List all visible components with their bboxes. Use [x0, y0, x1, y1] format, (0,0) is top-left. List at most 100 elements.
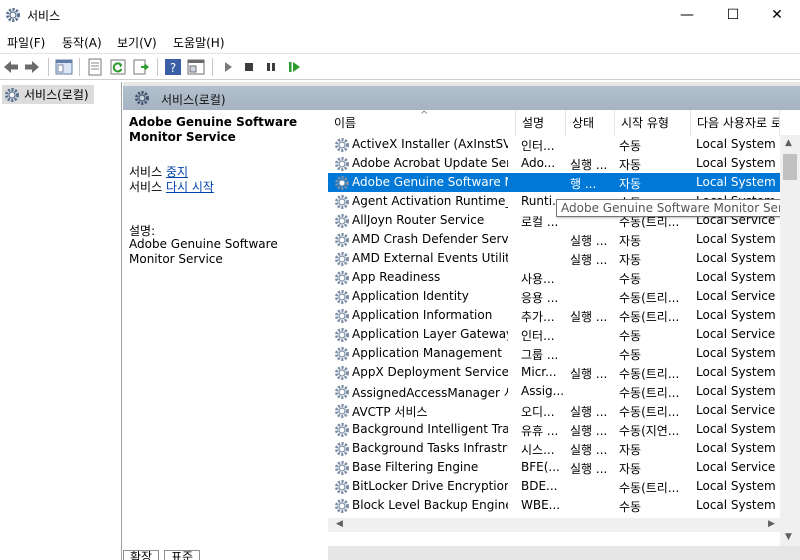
- service-status: 실행 ...: [570, 405, 608, 419]
- service-logon-as: Local System: [696, 137, 776, 151]
- vertical-scrollbar[interactable]: ▲ ▼: [780, 135, 800, 546]
- service-row[interactable]: Block Level Backup Engine ... WBE... 수동 Loc…: [328, 496, 780, 515]
- column-header-logon-as[interactable]: 다음 사용자로 로: [691, 110, 780, 136]
- scroll-down-icon[interactable]: ▼: [785, 532, 792, 542]
- service-name: AVCTP 서비스: [352, 405, 428, 419]
- service-row[interactable]: Application Information 추가... 실행 ... 수동(트리.…: [328, 306, 780, 325]
- column-header-name[interactable]: 이름 ^: [328, 110, 516, 136]
- service-gear-icon: [335, 480, 349, 494]
- service-status: 실행 ...: [570, 424, 608, 438]
- service-logon-as: Local System: [696, 270, 776, 284]
- service-row[interactable]: Application Management 그룹 ... 수동 Local Syst…: [328, 344, 780, 363]
- minimize-button[interactable]: —: [664, 0, 710, 30]
- resume-icon[interactable]: [285, 58, 303, 76]
- service-description: 유휴 ...: [521, 424, 559, 438]
- tab-extended[interactable]: 확장: [123, 550, 160, 560]
- menu-action[interactable]: 동작(A): [62, 34, 102, 51]
- horizontal-scrollbar[interactable]: ◀ ▶: [328, 518, 800, 532]
- service-name: AssignedAccessManager 서...: [352, 386, 508, 400]
- service-description: 인터...: [521, 329, 555, 343]
- service-detail-panel: Adobe Genuine Software Monitor Service 서…: [123, 110, 328, 560]
- forward-icon[interactable]: [23, 58, 41, 76]
- menu-view[interactable]: 보기(V): [117, 34, 157, 51]
- show-hide-tree-icon[interactable]: [55, 58, 73, 76]
- service-gear-icon: [335, 404, 349, 418]
- service-row[interactable]: Application Identity 응용 ... 수동(트리... Local …: [328, 287, 780, 306]
- service-startup-type: 수동: [619, 272, 642, 286]
- column-header-startup-type[interactable]: 시작 유형: [615, 110, 691, 136]
- service-row[interactable]: AVCTP 서비스 오디... 실행 ... 수동(트리... Local Servic…: [328, 401, 780, 420]
- pane-header: 서비스(로컬): [123, 86, 800, 110]
- service-gear-icon: [335, 252, 349, 266]
- service-name: BitLocker Drive Encryption ...: [352, 479, 508, 493]
- refresh-icon[interactable]: [109, 58, 127, 76]
- service-gear-icon: [335, 176, 349, 190]
- service-row[interactable]: Background Intelligent Tra... 유휴 ... 실행 ..…: [328, 420, 780, 439]
- export-icon[interactable]: [132, 58, 150, 76]
- service-startup-type: 수동(트리...: [619, 310, 680, 324]
- pause-icon[interactable]: [262, 58, 280, 76]
- service-row[interactable]: AMD External Events Utility 실행 ... 자동 Local…: [328, 249, 780, 268]
- maximize-button[interactable]: ☐: [710, 0, 756, 30]
- service-row[interactable]: Adobe Acrobat Update Ser... Ado... 실행 ... 자…: [328, 154, 780, 173]
- svg-text:?: ?: [170, 61, 176, 75]
- service-row[interactable]: Base Filtering Engine BFE(... 실행 ... 자동 Loca…: [328, 458, 780, 477]
- service-status: 실행 ...: [570, 234, 608, 248]
- help-icon[interactable]: ?: [164, 58, 182, 76]
- service-row[interactable]: AMD Crash Defender Servi... 실행 ... 자동 Local…: [328, 230, 780, 249]
- service-description: 그룹 ...: [521, 348, 559, 362]
- service-gear-icon: [335, 385, 349, 399]
- console-icon[interactable]: [187, 58, 205, 76]
- close-button[interactable]: ✕: [754, 0, 800, 30]
- service-gear-icon: [335, 290, 349, 304]
- service-gear-icon: [335, 442, 349, 456]
- service-row[interactable]: AssignedAccessManager 서... Assig... 수동(트리.…: [328, 382, 780, 401]
- service-row[interactable]: Application Layer Gateway ... 인터... 수동 Loca…: [328, 325, 780, 344]
- service-row[interactable]: BitLocker Drive Encryption ... BDE... 수동(트…: [328, 477, 780, 496]
- scroll-up-icon[interactable]: ▲: [785, 138, 792, 148]
- toolbar-separator: [157, 58, 158, 76]
- column-header-status[interactable]: 상태: [566, 110, 615, 136]
- menu-help[interactable]: 도움말(H): [173, 34, 225, 51]
- service-description: 응용 ...: [521, 291, 559, 305]
- service-description: Ado...: [521, 156, 556, 170]
- service-status: 행 ...: [570, 177, 597, 191]
- stop-icon[interactable]: [240, 58, 258, 76]
- restart-service-link[interactable]: 다시 시작: [166, 180, 214, 194]
- service-gear-icon: [335, 347, 349, 361]
- service-name: Application Information: [352, 308, 493, 322]
- service-name: Application Management: [352, 346, 502, 360]
- scroll-right-icon[interactable]: ▶: [768, 519, 775, 529]
- scroll-left-icon[interactable]: ◀: [336, 519, 343, 529]
- service-startup-type: 수동: [619, 500, 642, 514]
- service-startup-type: 수동(트리...: [619, 291, 680, 305]
- service-row[interactable]: ActiveX Installer (AxInstSV) 인터... 수동 Local…: [328, 135, 780, 154]
- column-header-description[interactable]: 설명: [516, 110, 566, 136]
- service-row[interactable]: AppX Deployment Service ... Micr... 실행 ...…: [328, 363, 780, 382]
- service-description: BDE...: [521, 479, 558, 493]
- service-name: Adobe Genuine Software Monitor Service: [352, 175, 508, 189]
- toolbar-separator: [212, 58, 213, 76]
- service-row[interactable]: Background Tasks Infrastru... 시스... 실행 ...…: [328, 439, 780, 458]
- service-name: App Readiness: [352, 270, 441, 284]
- service-row[interactable]: App Readiness 사용... 수동 Local System: [328, 268, 780, 287]
- service-logon-as: Local System: [696, 479, 776, 493]
- service-status: 실행 ...: [570, 310, 608, 324]
- window-title: 서비스: [27, 9, 61, 23]
- scroll-thumb[interactable]: [783, 154, 797, 180]
- service-logon-as: Local System: [696, 156, 776, 170]
- service-row[interactable]: Adobe Genuine Software Monitor Service 행 …: [328, 173, 780, 192]
- back-icon[interactable]: [2, 58, 20, 76]
- start-icon[interactable]: [219, 58, 237, 76]
- services-gear-icon: [135, 91, 149, 105]
- pane-header-title: 서비스(로컬): [161, 93, 226, 107]
- toolbar-separator: [79, 58, 80, 76]
- stop-service-link[interactable]: 중지: [166, 165, 188, 179]
- service-name: Block Level Backup Engine ...: [352, 498, 508, 512]
- properties-icon[interactable]: [86, 58, 104, 76]
- toolbar-separator: [48, 58, 49, 76]
- menu-file[interactable]: 파일(F): [7, 34, 45, 51]
- tree-item-services-local[interactable]: 서비스(로컬): [2, 85, 94, 104]
- service-name: Application Identity: [352, 289, 469, 303]
- tab-standard[interactable]: 표준: [164, 550, 201, 560]
